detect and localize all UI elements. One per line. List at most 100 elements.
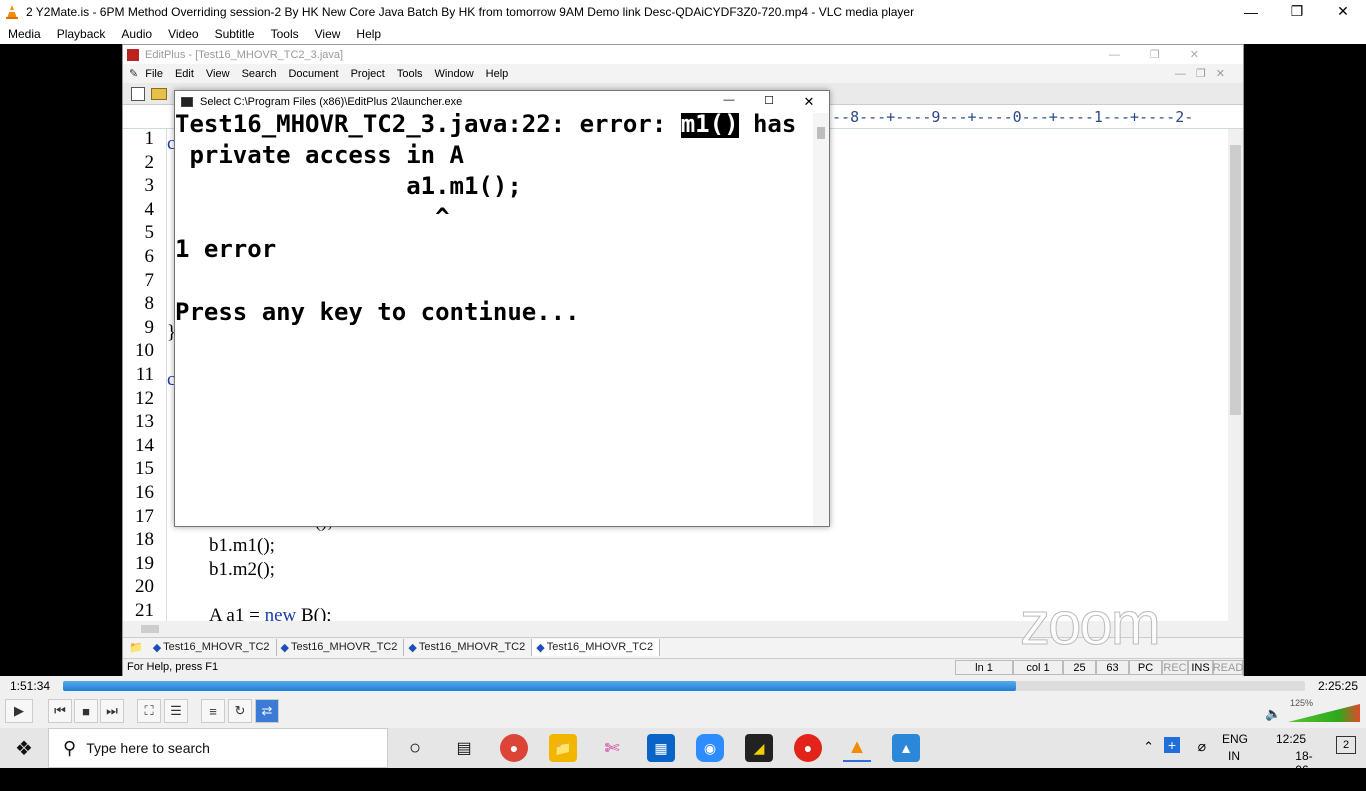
language-code[interactable]: ENG [1222, 732, 1248, 746]
video-area[interactable]: EditPlus - [Test16_MHOVR_TC2_3.java] —❐✕… [0, 44, 1366, 676]
document-window-controls[interactable]: —❐✕ [1170, 67, 1243, 80]
doc-tab-1[interactable]: ◆ Test16_MHOVR_TC2 [149, 638, 277, 656]
chrome-icon[interactable]: ● [500, 734, 528, 762]
close-button[interactable]: ✕ [1320, 0, 1366, 23]
volume-slider[interactable]: 125% [1288, 698, 1360, 724]
stop-button[interactable]: ■ [74, 699, 98, 723]
ep-menu-view[interactable]: View [201, 68, 237, 80]
windows-start-button[interactable]: ❖ [0, 728, 48, 768]
line-number: 18 [135, 529, 154, 551]
vertical-scroll-thumb[interactable] [1230, 145, 1241, 415]
record-app-icon[interactable]: ● [794, 734, 822, 762]
line-number: 4 [144, 198, 155, 220]
editor-vertical-scrollbar[interactable] [1228, 129, 1243, 621]
console-maximize-button[interactable]: ☐ [749, 94, 789, 110]
cortana-icon[interactable]: ○ [401, 734, 429, 762]
menu-help[interactable]: Help [348, 27, 389, 41]
line-number: 8 [144, 293, 155, 315]
task-view-icon[interactable]: ▤ [450, 734, 478, 762]
network-icon[interactable]: ⌀ [1198, 738, 1206, 755]
seek-bar[interactable] [63, 681, 1305, 691]
doc-tab-4-active[interactable]: ◆ Test16_MHOVR_TC2 [532, 638, 661, 656]
search-icon: ⚲ [63, 737, 77, 758]
line-number: 19 [135, 552, 154, 574]
vlc-taskbar-icon[interactable]: ▲ [843, 734, 871, 762]
ep-menu-document[interactable]: Document [283, 68, 345, 80]
playlist-button[interactable]: ≡ [201, 699, 225, 723]
windows-taskbar: ❖ ⚲ Type here to search ○ ▤ ● 📁 ✄ ▦ ◉ ◢ … [0, 728, 1366, 791]
new-file-icon[interactable] [131, 87, 145, 101]
sticky-notes-icon[interactable]: ◢ [745, 734, 773, 762]
language-region[interactable]: IN [1228, 749, 1240, 763]
menu-subtitle[interactable]: Subtitle [207, 27, 263, 41]
ep-menu-edit[interactable]: Edit [170, 68, 201, 80]
doc-tab-2[interactable]: ◆ Test16_MHOVR_TC2 [277, 638, 405, 656]
doc-tab-label: Test16_MHOVR_TC2 [163, 641, 270, 653]
console-scrollbar[interactable] [813, 113, 829, 526]
previous-button[interactable]: ⏮ [48, 699, 72, 723]
editplus-window-controls[interactable]: —❐✕ [1109, 48, 1243, 61]
snipping-tool-icon[interactable]: ✄ [598, 734, 626, 762]
console-window: Select C:\Program Files (x86)\EditPlus 2… [174, 90, 830, 527]
status-line: ln 1 [955, 660, 1013, 675]
doc-tab-label: Test16_MHOVR_TC2 [546, 641, 654, 653]
clock-time[interactable]: 12:25 [1276, 732, 1306, 746]
next-button[interactable]: ⏭ [100, 699, 124, 723]
ep-menu-project[interactable]: Project [346, 68, 392, 80]
console-line-4: ^ [175, 203, 450, 231]
status-rec: REC [1162, 660, 1188, 675]
seek-progress-fill [63, 681, 1016, 691]
loop-button[interactable]: ↻ [228, 699, 252, 723]
console-scroll-thumb[interactable] [817, 127, 825, 139]
file-explorer-icon[interactable]: 📁 [549, 734, 577, 762]
zoom-watermark: zoom [1020, 590, 1162, 658]
minimize-button[interactable]: — [1228, 0, 1274, 23]
menu-media[interactable]: Media [0, 27, 49, 41]
notification-icon[interactable]: 2 [1336, 736, 1356, 754]
elapsed-time: 1:51:34 [10, 679, 51, 693]
horizontal-scroll-thumb[interactable] [141, 625, 159, 633]
menu-video[interactable]: Video [160, 27, 206, 41]
menu-playback[interactable]: Playback [49, 27, 114, 41]
vlc-cone-icon [6, 4, 18, 19]
clock-date[interactable]: 18-06-2022 [1295, 749, 1322, 791]
line-number: 3 [144, 175, 155, 197]
line-number: 11 [135, 364, 154, 385]
folder-icon[interactable]: 📁 [123, 641, 149, 654]
menu-view[interactable]: View [307, 27, 349, 41]
console-minimize-button[interactable]: — [709, 94, 749, 110]
ep-menu-search[interactable]: Search [237, 68, 284, 80]
line-number: 9 [144, 316, 155, 338]
vlc-menu-bar: Media Playback Audio Video Subtitle Tool… [0, 23, 1366, 44]
taskbar-search-box[interactable]: ⚲ Type here to search [48, 728, 388, 768]
add-icon[interactable]: + [1164, 737, 1180, 753]
chevron-up-icon[interactable]: ⌃ [1143, 739, 1154, 755]
line-number-gutter: 1 2 3 4 5 6 7 8 9 10 11 12 13 14 15 16 17 18 19 20 21 [123, 128, 167, 621]
extended-settings-button[interactable]: ☰ [164, 699, 188, 723]
ep-menu-window[interactable]: Window [430, 68, 481, 80]
open-folder-icon[interactable] [151, 88, 167, 100]
code-line-18: b1.m1(); [209, 535, 275, 556]
fullscreen-button[interactable]: ⛶ [137, 699, 161, 723]
speaker-icon[interactable]: 🔈 [1265, 706, 1281, 722]
zoom-app-icon[interactable]: ◉ [696, 734, 724, 762]
doc-tab-3[interactable]: ◆ Test16_MHOVR_TC2 [404, 638, 533, 656]
ep-menu-help[interactable]: Help [481, 68, 516, 80]
ep-menu-file[interactable]: File [140, 68, 170, 80]
menu-audio[interactable]: Audio [113, 27, 160, 41]
menu-tools[interactable]: Tools [263, 27, 307, 41]
microsoft-store-icon[interactable]: ▦ [647, 734, 675, 762]
editplus-status-bar: For Help, press F1 ln 1 col 1 25 63 PC R… [123, 658, 1243, 676]
play-button[interactable]: ▶ [5, 699, 33, 723]
vlc-seek-row: 1:51:34 2:25:25 [0, 676, 1366, 696]
line-number: 15 [135, 458, 154, 480]
line-number: 5 [144, 222, 155, 244]
doc-icon: ✎ [129, 68, 139, 80]
console-output[interactable]: Test16_MHOVR_TC2_3.java:22: error: m1() … [175, 113, 813, 526]
console-close-button[interactable]: ✕ [789, 94, 829, 110]
line-number: 1 [144, 128, 155, 149]
ep-menu-tools[interactable]: Tools [392, 68, 430, 80]
photos-icon[interactable]: ▲ [892, 734, 920, 762]
shuffle-button[interactable]: ⇄ [255, 699, 279, 723]
restore-button[interactable]: ❐ [1274, 0, 1320, 23]
